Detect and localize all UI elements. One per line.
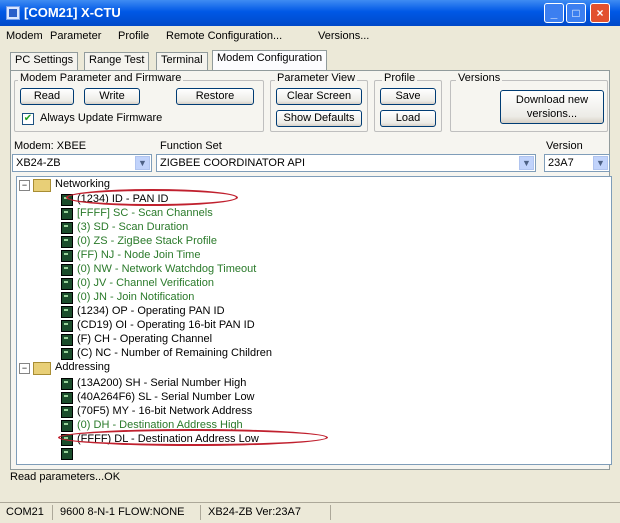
parameter-icon bbox=[61, 208, 73, 220]
download-button-line1: Download new bbox=[515, 94, 589, 106]
function-set-label: Function Set bbox=[160, 140, 222, 152]
versions-title: Versions bbox=[456, 72, 503, 84]
tree-item-op[interactable]: (1234) OP - Operating PAN ID bbox=[77, 305, 225, 317]
parameter-icon bbox=[61, 306, 73, 318]
version-select-value: 23A7 bbox=[548, 157, 574, 169]
always-update-label: Always Update Firmware bbox=[40, 112, 163, 124]
function-set-select-value: ZIGBEE COORDINATOR API bbox=[160, 157, 306, 169]
collapse-icon[interactable]: − bbox=[19, 363, 30, 374]
download-new-versions-button[interactable]: Download new versions... bbox=[500, 90, 604, 124]
window-title: [COM21] X-CTU bbox=[24, 5, 121, 20]
tree-folder-addressing[interactable]: Addressing bbox=[55, 361, 110, 373]
parameter-icon bbox=[61, 320, 73, 332]
parameter-icon bbox=[61, 278, 73, 290]
tree-item-zs[interactable]: (0) ZS - ZigBee Stack Profile bbox=[77, 235, 217, 247]
chevron-down-icon[interactable]: ▼ bbox=[519, 156, 534, 170]
status-bar: COM21 9600 8-N-1 FLOW:NONE XB24-ZB Ver:2… bbox=[0, 502, 620, 523]
tree-item-nw[interactable]: (0) NW - Network Watchdog Timeout bbox=[77, 263, 256, 275]
parameter-icon bbox=[61, 420, 73, 432]
tree-item-jn[interactable]: (0) JN - Join Notification bbox=[77, 291, 194, 303]
tree-item-sc[interactable]: [FFFF] SC - Scan Channels bbox=[77, 207, 213, 219]
close-button[interactable]: × bbox=[590, 3, 610, 23]
parameter-tree[interactable]: − Networking (1234) ID - PAN ID [FFFF] S… bbox=[16, 176, 612, 465]
parameter-icon bbox=[61, 334, 73, 346]
app-icon bbox=[6, 6, 20, 20]
parameter-icon bbox=[61, 222, 73, 234]
profile-title: Profile bbox=[382, 72, 418, 84]
minimize-button[interactable]: _ bbox=[544, 3, 564, 23]
function-set-select[interactable]: ZIGBEE COORDINATOR API ▼ bbox=[156, 154, 536, 172]
parameter-icon bbox=[61, 348, 73, 360]
parameter-icon bbox=[61, 250, 73, 262]
restore-button[interactable]: Restore bbox=[176, 88, 254, 105]
menu-profile[interactable]: Profile bbox=[118, 30, 149, 42]
parameter-icon bbox=[61, 292, 73, 304]
parameter-icon bbox=[61, 392, 73, 404]
version-label: Version bbox=[546, 140, 583, 152]
menu-remote-configuration[interactable]: Remote Configuration... bbox=[166, 30, 282, 42]
read-button[interactable]: Read bbox=[20, 88, 74, 105]
chevron-down-icon[interactable]: ▼ bbox=[593, 156, 608, 170]
folder-icon bbox=[33, 179, 51, 192]
parameter-icon bbox=[61, 378, 73, 390]
status-message: Read parameters...OK bbox=[10, 471, 121, 483]
status-port: COM21 bbox=[6, 506, 44, 518]
profile-load-button[interactable]: Load bbox=[380, 110, 436, 127]
modem-select-value: XB24-ZB bbox=[16, 157, 61, 169]
collapse-icon[interactable]: − bbox=[19, 180, 30, 191]
version-select[interactable]: 23A7 ▼ bbox=[544, 154, 610, 172]
title-bar: [COM21] X-CTU _ □ × bbox=[0, 0, 620, 26]
write-button[interactable]: Write bbox=[84, 88, 140, 105]
tree-item-ch[interactable]: (F) CH - Operating Channel bbox=[77, 333, 212, 345]
tree-item-nj[interactable]: (FF) NJ - Node Join Time bbox=[77, 249, 200, 261]
parameter-icon bbox=[61, 194, 73, 206]
tree-item-sl[interactable]: (40A264F6) SL - Serial Number Low bbox=[77, 391, 255, 403]
parameter-icon bbox=[61, 406, 73, 418]
parameter-icon bbox=[61, 434, 73, 446]
always-update-checkbox[interactable]: ✔ bbox=[22, 113, 34, 125]
tree-item-my[interactable]: (70F5) MY - 16-bit Network Address bbox=[77, 405, 252, 417]
menu-parameter[interactable]: Parameter bbox=[50, 30, 101, 42]
show-defaults-button[interactable]: Show Defaults bbox=[276, 110, 362, 127]
maximize-button[interactable]: □ bbox=[566, 3, 586, 23]
tree-item-sd[interactable]: (3) SD - Scan Duration bbox=[77, 221, 188, 233]
status-serial-settings: 9600 8-N-1 FLOW:NONE bbox=[60, 506, 185, 518]
firmware-group-title: Modem Parameter and Firmware bbox=[18, 72, 184, 84]
parameter-icon bbox=[61, 264, 73, 276]
tree-item-id[interactable]: (1234) ID - PAN ID bbox=[77, 193, 169, 205]
tree-item-jv[interactable]: (0) JV - Channel Verification bbox=[77, 277, 214, 289]
parameter-icon bbox=[61, 236, 73, 248]
tree-item-dh[interactable]: (0) DH - Destination Address High bbox=[77, 419, 243, 431]
folder-icon bbox=[33, 362, 51, 375]
parameter-icon bbox=[61, 448, 73, 460]
tree-item-nc[interactable]: (C) NC - Number of Remaining Children bbox=[77, 347, 272, 359]
clear-screen-button[interactable]: Clear Screen bbox=[276, 88, 362, 105]
parameter-view-title: Parameter View bbox=[275, 72, 358, 84]
status-modem-version: XB24-ZB Ver:23A7 bbox=[208, 506, 301, 518]
download-button-line2: versions... bbox=[526, 108, 578, 120]
tree-folder-networking[interactable]: Networking bbox=[55, 178, 110, 190]
menu-versions[interactable]: Versions... bbox=[318, 30, 369, 42]
profile-save-button[interactable]: Save bbox=[380, 88, 436, 105]
modem-label: Modem: XBEE bbox=[14, 140, 87, 152]
tree-item-oi[interactable]: (CD19) OI - Operating 16-bit PAN ID bbox=[77, 319, 255, 331]
tree-item-sh[interactable]: (13A200) SH - Serial Number High bbox=[77, 377, 246, 389]
tab-bar: PC Settings Range Test Terminal Modem Co… bbox=[10, 50, 610, 73]
tree-item-dl[interactable]: (FFFF) DL - Destination Address Low bbox=[77, 433, 259, 445]
menu-modem[interactable]: Modem bbox=[6, 30, 43, 42]
chevron-down-icon[interactable]: ▼ bbox=[135, 156, 150, 170]
modem-select[interactable]: XB24-ZB ▼ bbox=[12, 154, 152, 172]
menu-bar: Modem Parameter Profile Remote Configura… bbox=[0, 27, 620, 47]
